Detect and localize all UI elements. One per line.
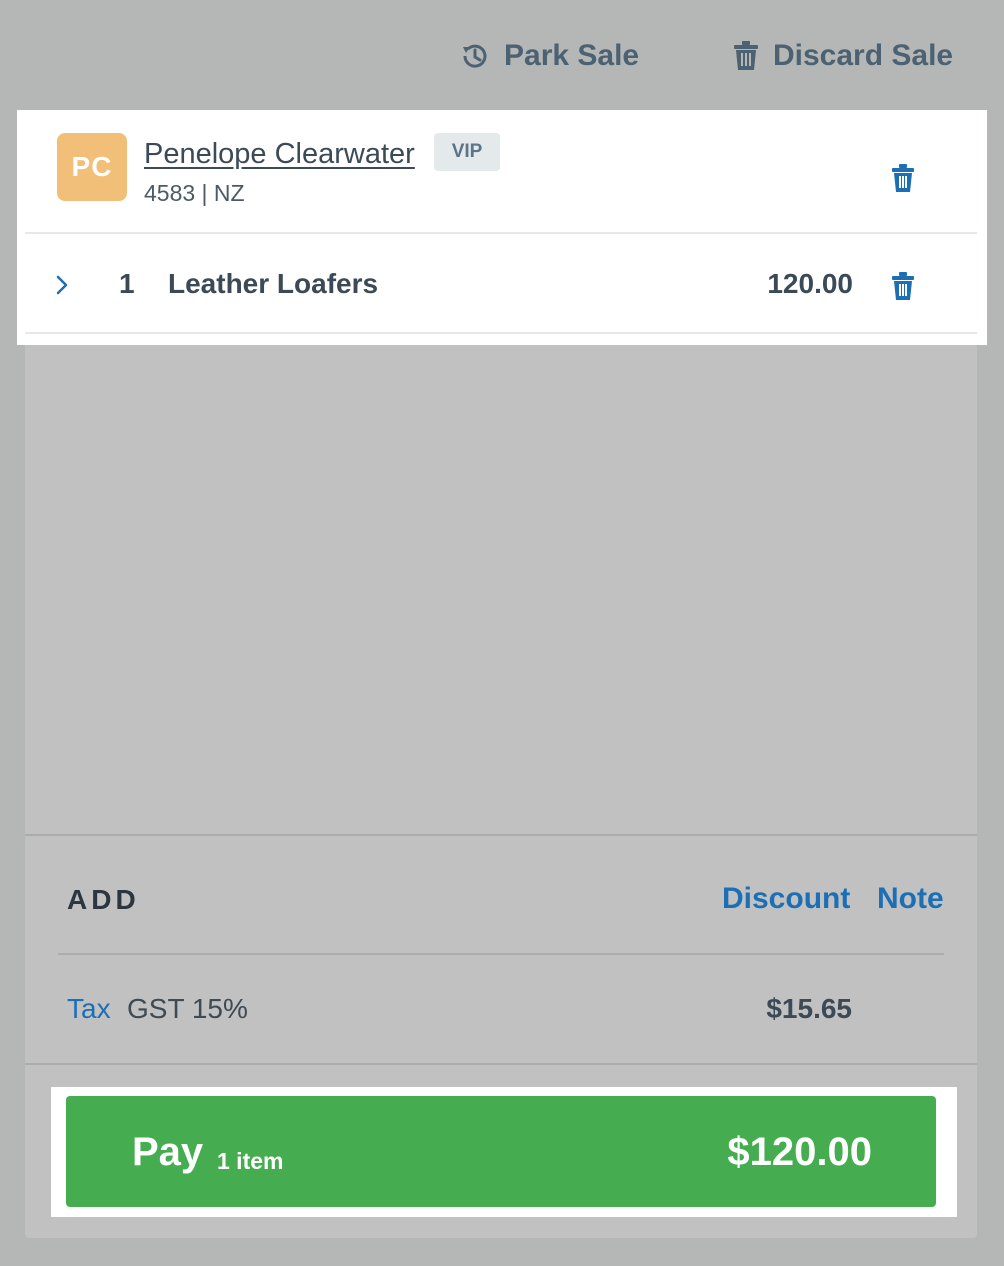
avatar: PC	[57, 133, 127, 201]
tax-rate-name: GST 15%	[127, 993, 248, 1024]
totals-divider	[25, 1063, 977, 1065]
history-icon	[460, 41, 490, 71]
remove-customer-trash-icon[interactable]	[890, 163, 916, 193]
customer-meta: 4583 | NZ	[144, 180, 245, 206]
discard-sale-label: Discard Sale	[773, 39, 954, 72]
chevron-right-icon[interactable]	[55, 274, 69, 301]
customer-row: PC Penelope Clearwater VIP 4583 | NZ	[25, 118, 977, 234]
remove-item-trash-icon[interactable]	[890, 271, 916, 301]
pay-button[interactable]: Pay 1 item $120.00	[66, 1096, 936, 1207]
pay-label: Pay	[132, 1130, 204, 1174]
pay-item-count: 1 item	[217, 1148, 284, 1174]
line-item-row[interactable]: 1 Leather Loafers 120.00	[25, 236, 977, 334]
vip-badge: VIP	[434, 133, 500, 171]
tax-link[interactable]: Tax	[67, 993, 111, 1025]
tax-amount: $15.65	[766, 993, 852, 1024]
add-note-link[interactable]: Note	[877, 882, 944, 916]
discard-sale-button[interactable]: Discard Sale	[733, 36, 953, 76]
park-sale-label: Park Sale	[504, 39, 640, 72]
add-divider	[58, 953, 944, 955]
line-item-quantity[interactable]: 1	[119, 268, 135, 300]
add-section-label: ADD	[67, 884, 140, 915]
line-item-name[interactable]: Leather Loafers	[168, 268, 378, 300]
sale-panel: Park Sale Discard Sale PC Penelope Clear…	[0, 0, 1004, 1266]
park-sale-button[interactable]: Park Sale	[460, 36, 639, 76]
pay-total: $120.00	[727, 1130, 872, 1174]
add-discount-link[interactable]: Discount	[722, 882, 850, 916]
trash-icon	[733, 41, 759, 71]
line-item-price[interactable]: 120.00	[767, 268, 853, 300]
section-divider	[25, 834, 977, 836]
sale-toolbar: Park Sale Discard Sale	[0, 0, 1004, 112]
customer-name-link[interactable]: Penelope Clearwater	[144, 138, 415, 171]
